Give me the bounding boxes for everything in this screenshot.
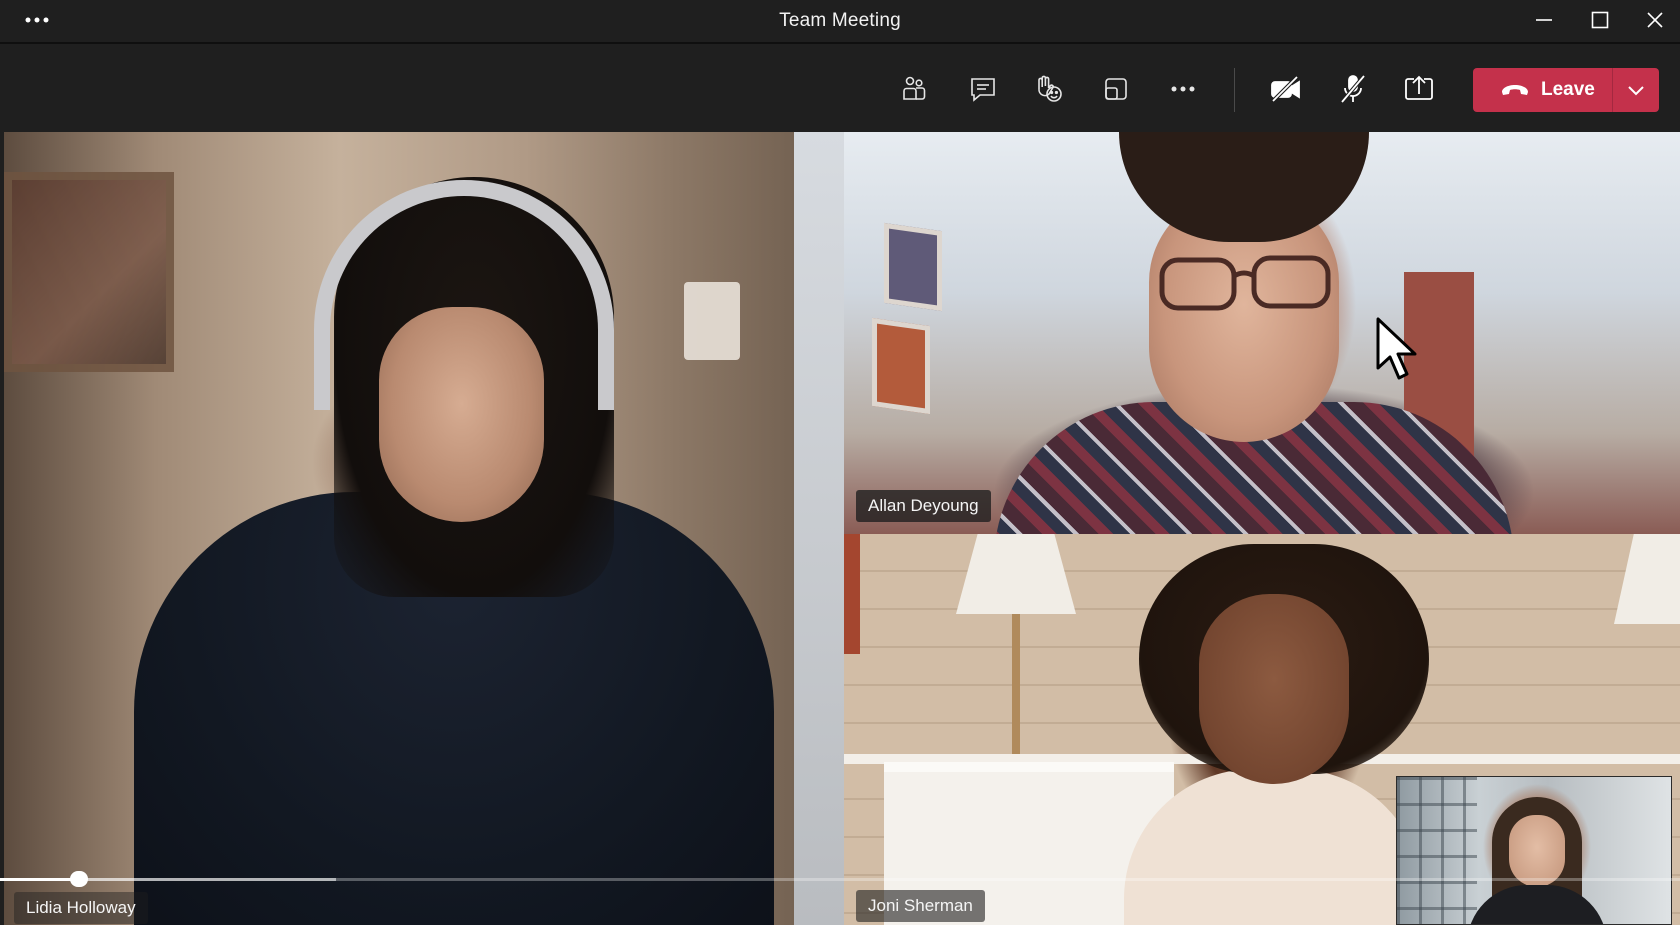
glasses (1159, 255, 1331, 311)
wall-painting (4, 172, 174, 372)
participant-name-tag: Allan Deyoung (856, 490, 991, 522)
camera-off-icon (1271, 75, 1300, 103)
self-view-tile[interactable] (1396, 776, 1672, 925)
light-switch (684, 282, 740, 360)
seek-bar[interactable] (0, 871, 1680, 887)
background-decor (844, 534, 860, 654)
window-frame (794, 132, 844, 925)
self-view-body (1467, 885, 1607, 924)
share-screen-icon (1405, 75, 1433, 100)
leave-options-button[interactable] (1613, 68, 1659, 112)
wall-frame (884, 222, 942, 312)
close-button[interactable] (1635, 6, 1675, 34)
raise-hand-react-icon (1038, 75, 1062, 102)
self-view-face (1509, 815, 1565, 887)
lamp-stem (1012, 614, 1020, 754)
participant-video-face (1199, 594, 1349, 784)
close-icon (1647, 12, 1663, 28)
chat-icon (971, 78, 995, 102)
title-bar: Team Meeting (0, 0, 1680, 44)
camera-toggle-button[interactable] (1263, 66, 1309, 112)
mic-off-icon (1340, 74, 1366, 104)
chat-button[interactable] (960, 66, 1006, 112)
toolbar-divider (1234, 68, 1235, 112)
more-actions-button[interactable] (1160, 66, 1206, 112)
view-layout-icon (1105, 78, 1127, 100)
leave-button-group: Leave (1473, 68, 1659, 112)
mic-toggle-button[interactable] (1330, 66, 1376, 112)
minimize-icon (1536, 19, 1552, 21)
maximize-icon (1591, 11, 1609, 29)
share-screen-button[interactable] (1396, 66, 1442, 112)
wall-frame (872, 317, 930, 415)
meeting-toolbar (0, 44, 1680, 132)
participant-name-tag: Joni Sherman (856, 890, 985, 922)
lamp (1614, 534, 1680, 624)
meeting-window: Team Meeting Leave Allan Deyoung Joni Sh… (0, 0, 1680, 925)
leave-label: Leave (1541, 79, 1595, 100)
window-grid (1397, 777, 1477, 924)
mouse-cursor-icon (1376, 317, 1417, 380)
view-button[interactable] (1093, 66, 1139, 112)
participant-tile-lidia[interactable] (4, 132, 844, 925)
seek-bar-thumb[interactable] (69, 871, 88, 887)
maximize-button[interactable] (1580, 6, 1620, 34)
chevron-down-icon (1628, 86, 1644, 96)
react-button[interactable] (1026, 66, 1072, 112)
phone-hangup-icon (1502, 85, 1528, 95)
people-icon (903, 76, 926, 100)
more-actions-icon (1171, 86, 1195, 92)
people-button[interactable] (892, 66, 938, 112)
participant-name-tag: Lidia Holloway (14, 892, 148, 924)
seek-bar-progress (0, 878, 79, 881)
participant-tile-allan[interactable] (844, 132, 1680, 534)
minimize-button[interactable] (1524, 6, 1564, 34)
window-title: Team Meeting (779, 10, 901, 31)
leave-button[interactable]: Leave (1473, 68, 1613, 112)
participant-video-hair (1119, 132, 1369, 242)
lamp (956, 534, 1076, 614)
